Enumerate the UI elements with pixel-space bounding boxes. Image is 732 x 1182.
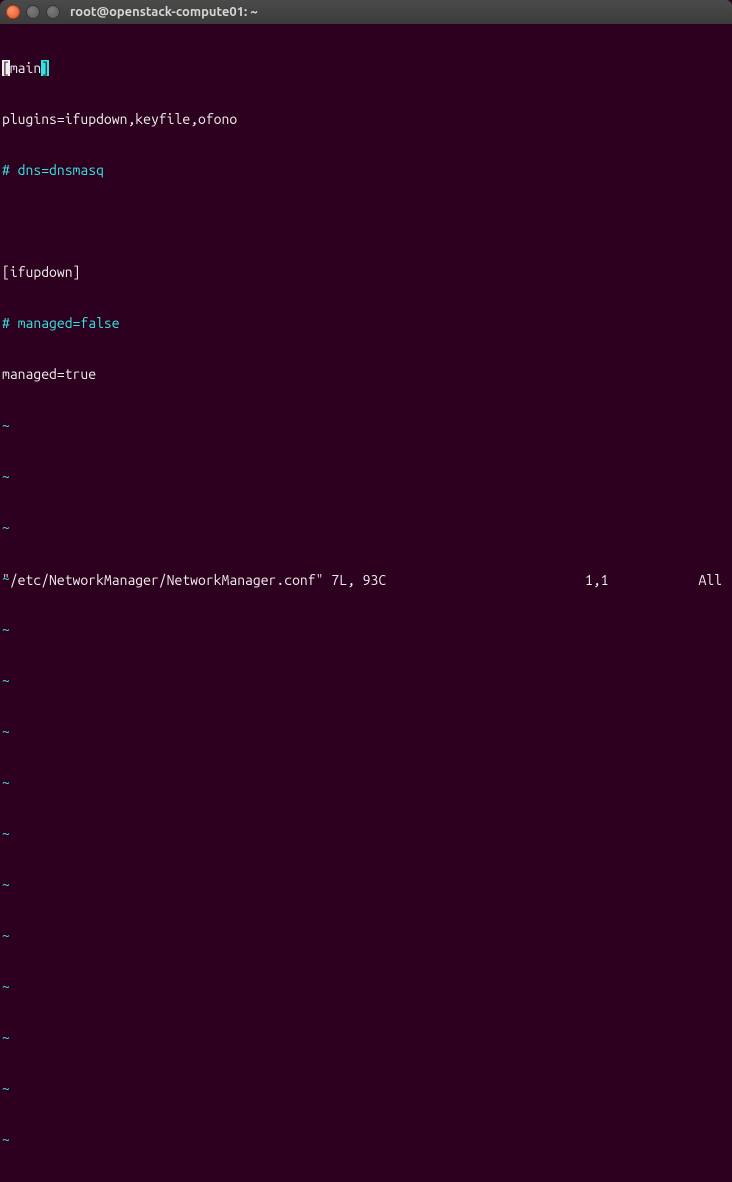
empty-line-tilde: ~ — [2, 876, 730, 893]
empty-line-tilde: ~ — [2, 1131, 730, 1148]
empty-line-tilde: ~ — [2, 978, 730, 995]
close-icon[interactable] — [6, 5, 20, 19]
status-file-info: "/etc/NetworkManager/NetworkManager.conf… — [2, 572, 386, 589]
bracket-match: ] — [41, 60, 49, 76]
section-name: main — [10, 60, 41, 76]
file-line: [ifupdown] — [2, 264, 730, 281]
file-line-comment: # dns=dnsmasq — [2, 162, 730, 179]
empty-line-tilde: ~ — [2, 774, 730, 791]
titlebar[interactable]: root@openstack-compute01: ~ — [0, 0, 732, 24]
empty-line-tilde: ~ — [2, 723, 730, 740]
file-line: plugins=ifupdown,keyfile,ofono — [2, 111, 730, 128]
empty-line-tilde: ~ — [2, 1029, 730, 1046]
status-spacer — [386, 572, 585, 589]
window-title: root@openstack-compute01: ~ — [70, 5, 258, 19]
cursor: [ — [2, 60, 10, 76]
empty-line-tilde: ~ — [2, 927, 730, 944]
file-line: [main] — [2, 60, 730, 77]
vim-status-line: "/etc/NetworkManager/NetworkManager.conf… — [2, 572, 730, 589]
minimize-icon[interactable] — [26, 5, 40, 19]
empty-line-tilde: ~ — [2, 417, 730, 434]
empty-line-tilde: ~ — [2, 519, 730, 536]
empty-line-tilde: ~ — [2, 672, 730, 689]
status-cursor-pos: 1,1 — [585, 572, 699, 589]
empty-line-tilde: ~ — [2, 468, 730, 485]
empty-line-tilde: ~ — [2, 825, 730, 842]
window-buttons — [6, 5, 60, 19]
file-line — [2, 213, 730, 230]
status-scroll: All — [698, 572, 730, 589]
empty-line-tilde: ~ — [2, 621, 730, 638]
terminal-area[interactable]: [main] plugins=ifupdown,keyfile,ofono # … — [0, 24, 732, 591]
file-line: managed=true — [2, 366, 730, 383]
empty-line-tilde: ~ — [2, 1080, 730, 1097]
maximize-icon[interactable] — [46, 5, 60, 19]
file-line-comment: # managed=false — [2, 315, 730, 332]
